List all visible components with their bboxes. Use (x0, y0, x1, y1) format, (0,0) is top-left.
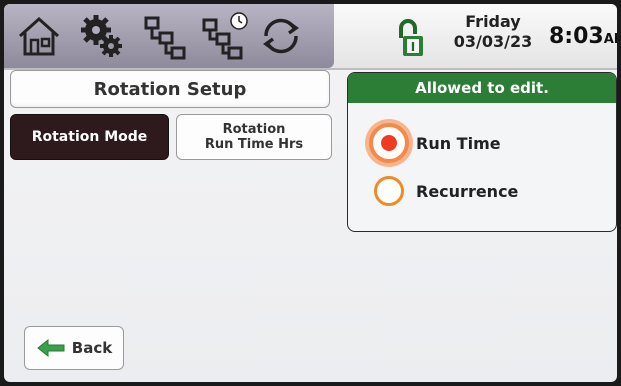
network-schedule-icon[interactable] (200, 10, 250, 62)
date-label: 03/03/23 (453, 32, 533, 51)
radio-unselected-icon[interactable] (374, 176, 404, 206)
tab-rotation-mode[interactable]: Rotation Mode (10, 114, 169, 160)
option-recurrence[interactable]: Recurrence (374, 173, 518, 209)
option-label: Run Time (416, 133, 501, 153)
unlocked-icon: I (397, 16, 425, 60)
top-toolbar: I Friday 03/03/23 8:03AM (4, 4, 617, 70)
edit-panel: Allowed to edit. Run Time Recurrence (347, 72, 617, 232)
refresh-icon[interactable] (256, 10, 306, 62)
settings-gears-icon[interactable] (76, 10, 126, 62)
back-button[interactable]: Back (24, 326, 124, 370)
edit-status-header: Allowed to edit. (348, 73, 616, 103)
network-icon[interactable] (140, 10, 190, 62)
touch-screen: I Friday 03/03/23 8:03AM Rotation Setup … (4, 4, 617, 382)
tab-rotation-run-time-hrs[interactable]: Rotation Run Time Hrs (176, 114, 332, 160)
svg-text:I: I (411, 40, 415, 54)
tab-label-line2: Run Time Hrs (204, 137, 304, 152)
home-icon[interactable] (14, 10, 64, 62)
day-label: Friday (465, 12, 521, 31)
ampm-label: AM (603, 32, 617, 47)
option-label: Recurrence (416, 181, 519, 201)
clock-display: 8:03AM (549, 24, 617, 49)
option-run-time[interactable]: Run Time (369, 123, 501, 163)
tab-label-line1: Rotation (222, 122, 286, 137)
time-label: 8:03 (549, 24, 604, 49)
date-display: Friday 03/03/23 (438, 12, 548, 52)
back-arrow-icon (36, 338, 65, 358)
toolbar-icon-strip (4, 4, 334, 68)
page-title: Rotation Setup (10, 70, 330, 108)
back-label: Back (71, 339, 113, 357)
radio-selected-icon[interactable] (369, 123, 409, 163)
